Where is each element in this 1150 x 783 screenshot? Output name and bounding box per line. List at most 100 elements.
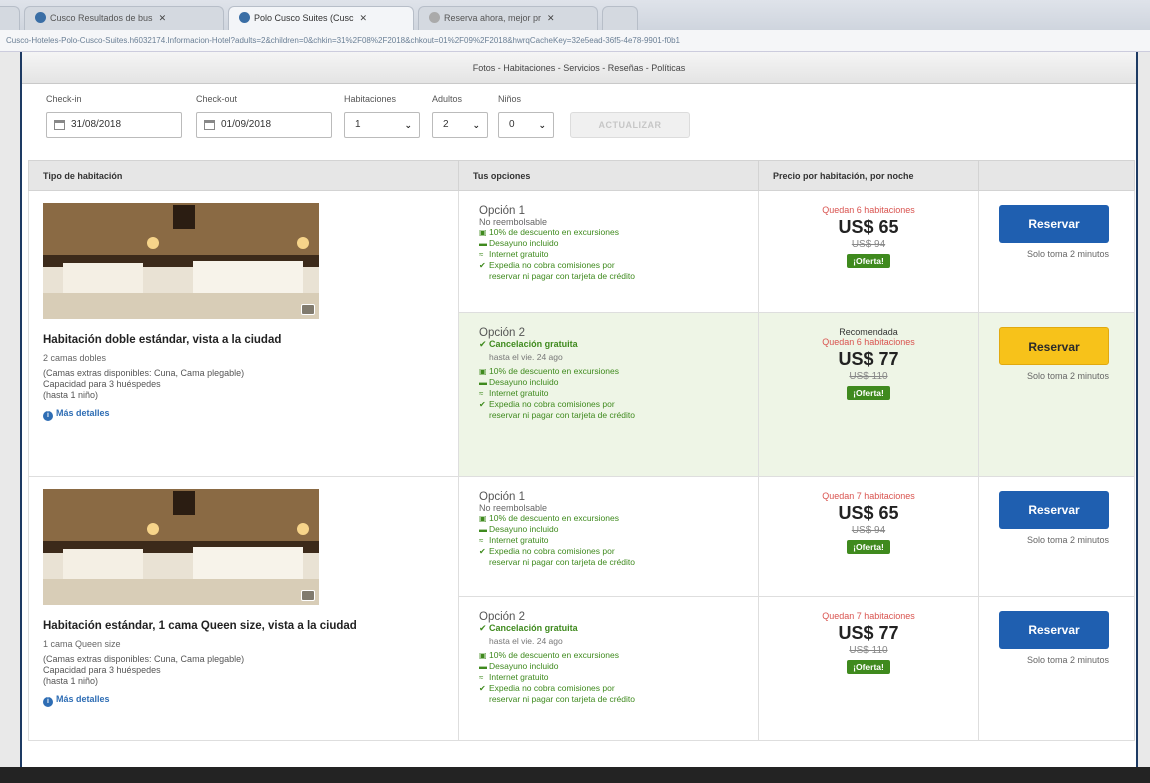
option-title: Opción 1	[479, 491, 526, 503]
reserve-button[interactable]: Reservar	[999, 611, 1109, 649]
section-nav[interactable]: Fotos - Habitaciones - Servicios - Reseñ…	[22, 52, 1136, 84]
wifi-icon: ≈	[479, 250, 484, 259]
room-extra: (Camas extras disponibles: Cuna, Cama pl…	[43, 654, 245, 664]
feature-item: ▣ 10% de descuento en excursiones	[479, 227, 758, 238]
feature-label: Desayuno incluido	[489, 238, 559, 248]
old-price: US$ 110	[849, 645, 888, 656]
rooms-left: Quedan 7 habitaciones	[822, 611, 915, 621]
close-icon[interactable]: ✕	[547, 13, 555, 23]
option-title: Opción 2	[479, 327, 526, 339]
gallery-icon[interactable]	[301, 304, 315, 315]
feature-label: Internet gratuito	[489, 249, 549, 259]
close-icon[interactable]: ✕	[159, 13, 167, 23]
room-photo[interactable]	[43, 203, 319, 319]
old-price: US$ 94	[851, 525, 886, 536]
room-name: Habitación doble estándar, vista a la ci…	[43, 334, 282, 346]
feature-item: ▬ Desayuno incluido	[479, 524, 758, 535]
checkin-field[interactable]: 31/08/2018	[46, 112, 182, 138]
children-select[interactable]: 0 ⌄	[498, 112, 554, 138]
checkout-field[interactable]: 01/09/2018	[196, 112, 332, 138]
cancellation-policy: ✔ Cancelación gratuita	[479, 339, 758, 350]
book-cell: Reservar Solo toma 2 minutos	[978, 596, 1135, 741]
feature-label: Desayuno incluido	[489, 661, 559, 671]
room-capacity-note: (hasta 1 niño)	[43, 390, 99, 400]
feature-label: 10% de descuento en excursiones	[489, 650, 619, 660]
room-photo-image	[43, 203, 319, 319]
feature-item: reservar ni pagar con tarjeta de crédito	[479, 557, 758, 567]
page-content: Fotos - Habitaciones - Servicios - Reseñ…	[20, 52, 1138, 767]
address-bar[interactable]: Cusco-Hoteles-Polo-Cusco-Suites.h6032174…	[0, 30, 1150, 52]
feature-label: Internet gratuito	[489, 672, 549, 682]
room-photo[interactable]	[43, 489, 319, 605]
feature-label: Expedia no cobra comisiones por	[489, 683, 615, 693]
feature-label: reservar ni pagar con tarjeta de crédito	[489, 410, 635, 420]
header-room-type: Tipo de habitación	[28, 160, 459, 191]
check-icon: ✔	[479, 623, 490, 633]
chevron-down-icon: ⌄	[472, 120, 480, 130]
update-button[interactable]: ACTUALIZAR	[570, 112, 690, 138]
book-cell: Reservar Solo toma 2 minutos	[978, 312, 1135, 477]
feature-label: reservar ni pagar con tarjeta de crédito	[489, 557, 635, 567]
feature-item: ▣ 10% de descuento en excursiones	[479, 366, 758, 377]
calendar-icon	[54, 120, 65, 130]
check-icon: ✔	[479, 339, 490, 349]
tab-booking[interactable]: Reserva ahora, mejor pr ✕	[418, 6, 598, 30]
price-amount: US$ 77	[838, 349, 899, 369]
feature-label: reservar ni pagar con tarjeta de crédito	[489, 694, 635, 704]
coffee-icon: ▬	[479, 525, 487, 534]
gift-icon: ▣	[479, 651, 487, 660]
price-cell: Quedan 7 habitaciones US$ 65 US$ 94 ¡Oferta…	[758, 476, 979, 597]
cancellation-policy: ✔ Cancelación gratuita	[479, 623, 758, 634]
header-book	[978, 160, 1135, 191]
reserve-button[interactable]: Reservar	[999, 327, 1109, 365]
room-option-row: Habitación estándar, 1 cama Queen size, …	[28, 476, 1135, 741]
room-capacity: Capacidad para 3 huéspedes	[43, 379, 161, 389]
tab-bar: ✕ Cusco Resultados de bus ✕ Polo Cusco Su…	[0, 0, 1150, 30]
price-cell: Quedan 7 habitaciones US$ 77 US$ 110 ¡Ofert…	[758, 596, 979, 741]
browser-window: ✕ Cusco Resultados de bus ✕ Polo Cusco Su…	[0, 0, 1150, 783]
tab-partial[interactable]: ✕	[0, 6, 20, 30]
feature-item: ▬ Desayuno incluido	[479, 661, 758, 672]
old-price: US$ 110	[849, 371, 888, 382]
table-header-row: Tipo de habitación Tus opciones Precio p…	[28, 160, 1135, 191]
info-icon: i	[43, 697, 53, 707]
favicon-icon	[239, 12, 250, 23]
check-icon: ✔	[479, 547, 486, 556]
gallery-icon[interactable]	[301, 590, 315, 601]
room-beds: 2 camas dobles	[43, 353, 107, 363]
price-cell: Quedan 6 habitaciones US$ 65 US$ 94 ¡Oferta…	[758, 190, 979, 313]
more-details-link[interactable]: i Más detalles	[43, 694, 458, 707]
new-tab-button[interactable]	[602, 6, 638, 30]
wifi-icon: ≈	[479, 389, 484, 398]
rooms-select[interactable]: 1 ⌄	[344, 112, 420, 138]
feature-item: ≈ Internet gratuito	[479, 388, 758, 399]
check-icon: ✔	[479, 400, 486, 409]
adults-value: 2	[443, 119, 449, 130]
coffee-icon: ▬	[479, 662, 487, 671]
booking-note: Solo toma 2 minutos	[1026, 249, 1109, 259]
offer-badge: ¡Oferta!	[847, 386, 890, 400]
adults-select[interactable]: 2 ⌄	[432, 112, 488, 138]
cancellation-until: hasta el vie. 24 ago	[489, 636, 563, 646]
cancellation-until: hasta el vie. 24 ago	[489, 352, 563, 362]
booking-note: Solo toma 2 minutos	[1026, 535, 1109, 545]
close-icon[interactable]: ✕	[360, 13, 368, 23]
feature-item: ✔ Expedia no cobra comisiones por	[479, 260, 758, 271]
option-cell: Opción 2 ✔ Cancelación gratuita hasta el v…	[458, 312, 759, 477]
more-details-link[interactable]: i Más detalles	[43, 408, 458, 421]
reserve-button[interactable]: Reservar	[999, 491, 1109, 529]
option-cell: Opción 1 No reembolsable ▣ 10% de descuento…	[458, 476, 759, 597]
reserve-button[interactable]: Reservar	[999, 205, 1109, 243]
room-name: Habitación estándar, 1 cama Queen size, …	[43, 620, 357, 632]
rooms-left: Quedan 6 habitaciones	[822, 205, 915, 215]
room-option-row: Habitación doble estándar, vista a la ci…	[28, 190, 1135, 477]
tab-hotel[interactable]: Polo Cusco Suites (Cusc ✕	[228, 6, 414, 30]
info-icon: i	[43, 411, 53, 421]
feature-item: ≈ Internet gratuito	[479, 249, 758, 260]
more-details-label: Más detalles	[56, 408, 110, 418]
feature-label: 10% de descuento en excursiones	[489, 227, 619, 237]
rooms-value: 1	[355, 119, 361, 130]
feature-item: reservar ni pagar con tarjeta de crédito	[479, 271, 758, 281]
tab-results[interactable]: Cusco Resultados de bus ✕	[24, 6, 224, 30]
adults-label: Adultos	[432, 94, 463, 104]
